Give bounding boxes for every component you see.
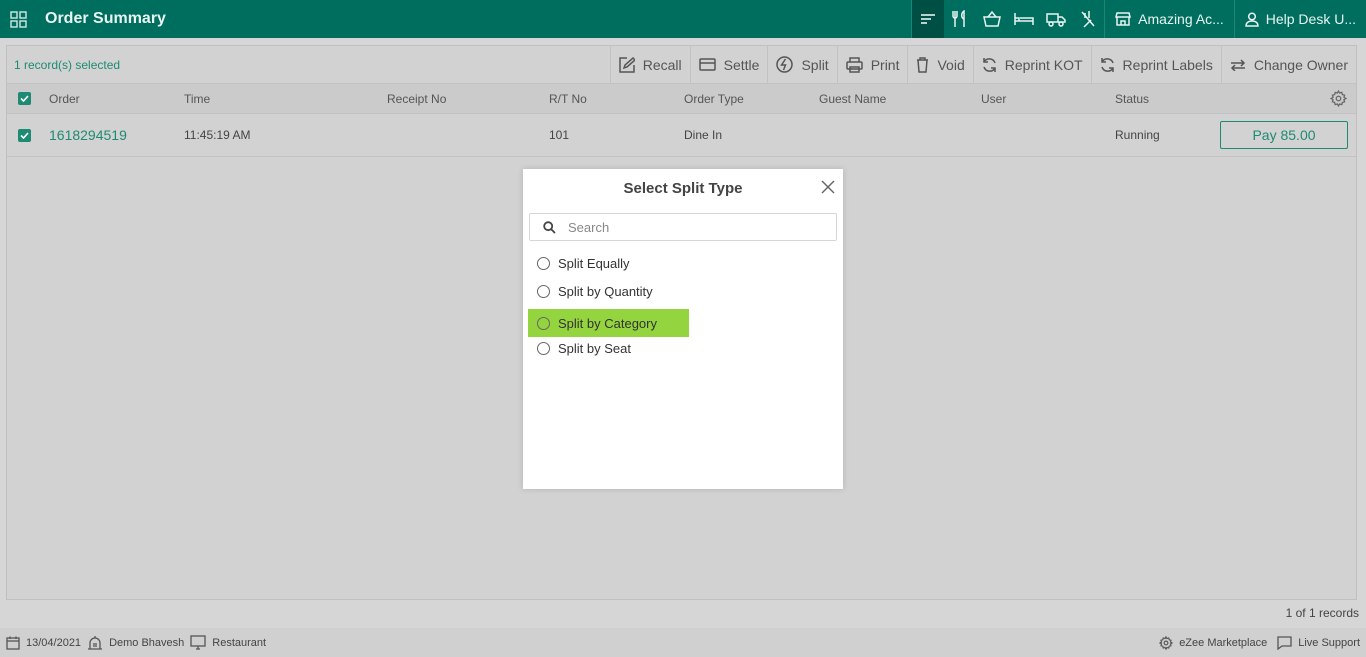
search-icon (543, 220, 556, 234)
order-number-link[interactable]: 1618294519 (49, 114, 127, 156)
user-menu[interactable]: Help Desk U... (1235, 0, 1366, 38)
property-label: Amazing Ac... (1138, 11, 1224, 27)
col-receipt-no[interactable]: Receipt No (387, 84, 446, 113)
option-split-by-seat[interactable]: Split by Seat (528, 334, 643, 362)
close-icon[interactable] (821, 180, 835, 194)
no-service-icon[interactable] (1072, 0, 1104, 38)
recall-button[interactable]: Recall (609, 46, 690, 83)
card-icon (698, 58, 716, 71)
col-order[interactable]: Order (49, 84, 80, 113)
col-order-type[interactable]: Order Type (684, 84, 744, 113)
col-time[interactable]: Time (184, 84, 210, 113)
trash-icon (917, 56, 929, 73)
col-guest-name[interactable]: Guest Name (819, 84, 886, 113)
change-owner-button[interactable]: Change Owner (1220, 46, 1356, 83)
action-toolbar: 1 record(s) selected Recall Settle Split… (7, 46, 1356, 84)
col-user[interactable]: User (981, 84, 1006, 113)
settle-button[interactable]: Settle (689, 46, 768, 83)
monitor-icon (190, 635, 206, 650)
void-button[interactable]: Void (907, 46, 972, 83)
store-icon (1115, 12, 1132, 26)
selected-count: 1 record(s) selected (14, 57, 121, 72)
marketplace-link[interactable]: eZee Marketplace (1159, 635, 1267, 650)
option-split-by-quantity[interactable]: Split by Quantity (528, 277, 665, 305)
table-row[interactable]: 1618294519 11:45:19 AM 101 Dine In Runni… (7, 114, 1356, 157)
status-footer: 13/04/2021 Demo Bhavesh Restaurant eZee … (0, 628, 1366, 657)
gear-icon[interactable] (1330, 84, 1347, 113)
chat-icon (1277, 635, 1292, 650)
top-bar: Order Summary Amazing Ac... Help Desk U.… (0, 0, 1366, 38)
option-split-by-category[interactable]: Split by Category (528, 309, 689, 337)
records-count: 1 of 1 records (1285, 606, 1359, 620)
radio-button[interactable] (537, 316, 550, 330)
order-time: 11:45:19 AM (184, 128, 251, 142)
pay-button[interactable]: Pay 85.00 (1220, 121, 1348, 149)
radio-button[interactable] (537, 256, 550, 270)
reprint-labels-button[interactable]: Reprint Labels (1090, 46, 1221, 83)
rt-no: 101 (549, 128, 570, 142)
printer-icon (845, 56, 863, 73)
search-input[interactable] (568, 219, 818, 235)
table-header: Order Time Receipt No R/T No Order Type … (7, 84, 1356, 114)
status-badge: Running (1115, 128, 1160, 142)
sort-lines-icon[interactable] (912, 0, 945, 38)
split-button[interactable]: Split (767, 46, 836, 83)
restaurant-icon[interactable] (944, 0, 976, 38)
footer-user: Demo Bhavesh (109, 636, 185, 649)
radio-button[interactable] (537, 284, 550, 298)
apps-grid-icon[interactable] (0, 0, 36, 38)
footer-date: 13/04/2021 (26, 636, 82, 649)
col-status[interactable]: Status (1115, 84, 1149, 113)
basket-icon[interactable] (976, 0, 1008, 38)
modal-title: Select Split Type (623, 180, 743, 197)
select-all-checkbox[interactable] (18, 84, 31, 113)
waiter-icon (88, 636, 103, 650)
footer-outlet: Restaurant (212, 636, 267, 649)
truck-icon[interactable] (1040, 0, 1072, 38)
user-icon (1244, 11, 1259, 27)
edit-icon (618, 56, 635, 73)
property-selector[interactable]: Amazing Ac... (1105, 0, 1234, 38)
live-support-link[interactable]: Live Support (1277, 635, 1360, 650)
print-button[interactable]: Print (836, 46, 908, 83)
col-rt-no[interactable]: R/T No (549, 84, 587, 113)
row-checkbox[interactable] (18, 114, 31, 156)
radio-button[interactable] (537, 341, 550, 355)
refresh-icon (982, 57, 996, 72)
option-split-equally[interactable]: Split Equally (528, 249, 642, 277)
split-icon (776, 56, 794, 73)
swap-icon (1230, 58, 1245, 71)
order-type: Dine In (684, 128, 723, 142)
gear-icon (1159, 635, 1174, 650)
refresh-icon (1100, 57, 1114, 72)
user-label: Help Desk U... (1265, 11, 1356, 27)
search-box (529, 213, 837, 241)
calendar-icon (6, 636, 20, 650)
reprint-kot-button[interactable]: Reprint KOT (972, 46, 1091, 83)
bed-icon[interactable] (1008, 0, 1040, 38)
split-type-modal: Select Split Type Split Equally Split by… (523, 169, 843, 489)
page-title: Order Summary (45, 10, 166, 27)
